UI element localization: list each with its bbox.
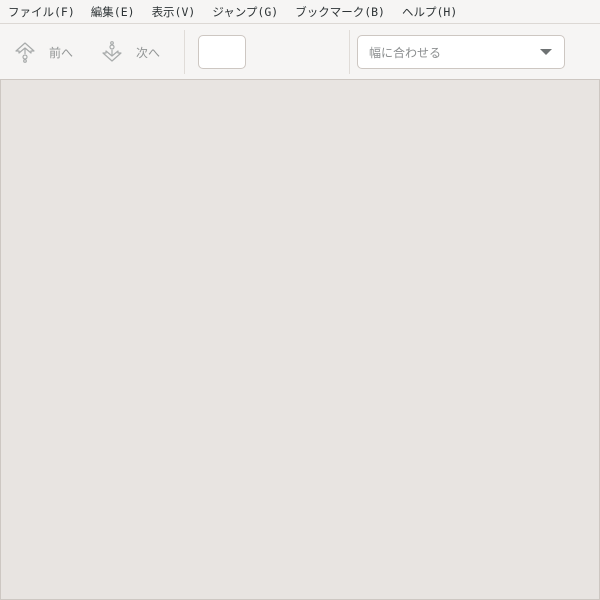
- menu-bar: ファイル(F) 編集(E) 表示(V) ジャンプ(G) ブックマーク(B) ヘル…: [0, 0, 600, 24]
- page-number-input[interactable]: [198, 35, 246, 69]
- menu-help[interactable]: ヘルプ(H): [398, 0, 461, 24]
- toolbar-separator: [184, 30, 185, 74]
- menu-go[interactable]: ジャンプ(G): [208, 0, 282, 24]
- document-view[interactable]: [0, 80, 600, 600]
- previous-page-button[interactable]: 前へ: [13, 24, 73, 80]
- toolbar: 前へ 次へ 幅に合わせる: [0, 24, 600, 80]
- menu-view[interactable]: 表示(V): [148, 0, 200, 24]
- previous-page-label: 前へ: [49, 45, 74, 60]
- go-down-icon: [100, 40, 124, 64]
- go-up-icon: [13, 40, 37, 64]
- menu-bookmarks[interactable]: ブックマーク(B): [291, 0, 389, 24]
- chevron-down-icon: [540, 49, 552, 55]
- toolbar-separator: [349, 30, 350, 74]
- zoom-dropdown[interactable]: 幅に合わせる: [357, 35, 565, 69]
- menu-edit[interactable]: 編集(E): [87, 0, 139, 24]
- next-page-label: 次へ: [136, 45, 161, 60]
- document-viewer-window: ファイル(F) 編集(E) 表示(V) ジャンプ(G) ブックマーク(B) ヘル…: [0, 0, 600, 600]
- menu-file[interactable]: ファイル(F): [4, 0, 79, 24]
- zoom-selected-value: 幅に合わせる: [369, 45, 442, 60]
- next-page-button[interactable]: 次へ: [100, 24, 160, 80]
